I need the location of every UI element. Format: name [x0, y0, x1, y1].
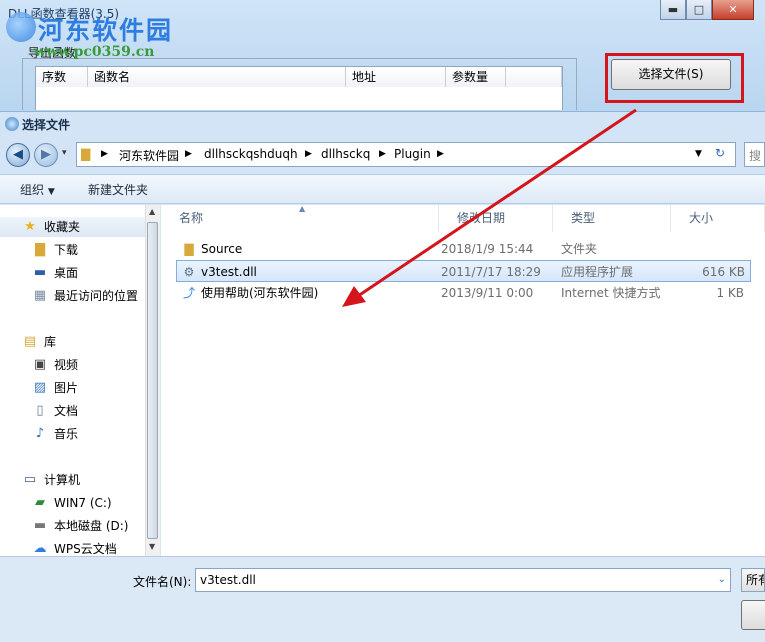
- breadcrumb-chevron-icon[interactable]: ▶: [379, 149, 386, 159]
- sidebar-item-downloads[interactable]: ▇ 下载: [0, 240, 145, 260]
- breadcrumb-chevron-icon[interactable]: ▶: [185, 149, 192, 159]
- sidebar-item-recent[interactable]: ▦ 最近访问的位置: [0, 286, 145, 306]
- dialog-app-icon: [5, 117, 19, 131]
- cloud-icon: ☁: [33, 541, 47, 556]
- pictures-icon: ▨: [33, 380, 47, 395]
- filename-value: v3test.dll: [200, 573, 256, 587]
- shortcut-icon: ⤴: [182, 286, 195, 300]
- function-table[interactable]: 序数 函数名 地址 参数量: [35, 66, 563, 110]
- file-row-source[interactable]: ▇ Source 2018/1/9 15:44 文件夹: [161, 238, 765, 260]
- sidebar-item-music[interactable]: ♪ 音乐: [0, 424, 145, 444]
- chevron-down-icon: ▼: [47, 187, 55, 197]
- select-file-button[interactable]: 选择文件(S): [611, 59, 731, 90]
- watermark-brand: 河东软件园: [38, 16, 174, 45]
- breadcrumb-item[interactable]: 河东软件园: [119, 147, 179, 164]
- watermark-logo-icon: [6, 12, 36, 42]
- column-empty: [506, 67, 562, 87]
- file-row-v3test[interactable]: ⚙ v3test.dll 2011/7/17 18:29 应用程序扩展 616 …: [176, 260, 751, 282]
- column-function-name[interactable]: 函数名: [88, 67, 346, 87]
- star-icon: ★: [24, 219, 36, 234]
- dll-file-icon: ⚙: [183, 265, 195, 279]
- scroll-up-icon[interactable]: ▲: [149, 207, 155, 216]
- filename-input[interactable]: v3test.dll ⌄: [195, 568, 731, 592]
- sidebar-item-videos[interactable]: ▣ 视频: [0, 355, 145, 375]
- breadcrumb-item[interactable]: dllhsckqshduqh: [204, 147, 298, 161]
- sidebar-item-favorites[interactable]: ★ 收藏夹: [0, 217, 145, 237]
- library-icon: ▤: [23, 334, 37, 349]
- folder-icon: ▇: [184, 242, 194, 256]
- file-type-filter[interactable]: 所有: [741, 568, 765, 592]
- sidebar-item-libraries[interactable]: ▤ 库: [0, 332, 145, 352]
- chevron-down-icon[interactable]: ⌄: [718, 569, 726, 591]
- minimize-icon[interactable]: ▬: [660, 0, 686, 20]
- downloads-folder-icon: ▇: [35, 242, 45, 257]
- address-dropdown-icon[interactable]: ▼: [695, 149, 702, 159]
- sidebar-item-desktop[interactable]: ▬ 桌面: [0, 263, 145, 283]
- file-row-help-shortcut[interactable]: ⤴ 使用帮助(河东软件园) 2013/9/11 0:00 Internet 快捷…: [161, 282, 765, 304]
- search-input[interactable]: 搜: [744, 142, 765, 167]
- desktop-icon: ▬: [33, 265, 47, 280]
- sidebar-item-documents[interactable]: ▯ 文档: [0, 401, 145, 421]
- open-button[interactable]: [741, 600, 765, 630]
- forward-arrow-icon[interactable]: ▶: [34, 143, 58, 167]
- scrollbar-thumb[interactable]: [147, 222, 158, 539]
- column-param-count[interactable]: 参数量: [446, 67, 506, 87]
- sidebar-item-computer[interactable]: ▭ 计算机: [0, 470, 145, 490]
- back-arrow-icon[interactable]: ◀: [6, 143, 30, 167]
- navigation-pane: ★ 收藏夹 ▇ 下载 ▬ 桌面 ▦ 最近访问的位置 ▤ 库 ▣ 视频 ▨ 图片 …: [0, 205, 160, 556]
- sidebar-item-pictures[interactable]: ▨ 图片: [0, 378, 145, 398]
- breadcrumb-chevron-icon[interactable]: ▶: [305, 149, 312, 159]
- column-header-modified[interactable]: 修改日期: [439, 205, 553, 232]
- recent-locations-chevron-icon[interactable]: ▾: [62, 148, 67, 158]
- column-address[interactable]: 地址: [346, 67, 446, 87]
- new-folder-button[interactable]: 新建文件夹: [88, 181, 148, 198]
- refresh-icon[interactable]: ↻: [715, 146, 725, 160]
- breadcrumb-chevron-icon[interactable]: ▶: [101, 149, 108, 159]
- address-bar[interactable]: ▇ ▶ 河东软件园 ▶ dllhsckqshduqh ▶ dllhsckq ▶ …: [76, 142, 736, 167]
- dialog-title: 选择文件: [22, 118, 71, 132]
- scroll-down-icon[interactable]: ▼: [149, 542, 155, 551]
- local-disk-icon: ▬: [33, 518, 47, 533]
- breadcrumb-item[interactable]: Plugin: [394, 147, 431, 161]
- music-icon: ♪: [35, 426, 45, 441]
- watermark-url: www.pc0359.cn: [34, 44, 155, 60]
- file-list: 名称 ▲ 修改日期 类型 大小 ▇ Source 2018/1/9 15:44 …: [161, 204, 765, 556]
- recent-places-icon: ▦: [33, 288, 47, 303]
- breadcrumb-chevron-icon[interactable]: ▶: [437, 149, 444, 159]
- video-icon: ▣: [33, 357, 47, 372]
- breadcrumb-item[interactable]: dllhsckq: [321, 147, 370, 161]
- computer-icon: ▭: [23, 472, 37, 487]
- system-drive-icon: ▰: [35, 495, 45, 510]
- maximize-icon[interactable]: □: [686, 0, 712, 20]
- sidebar-item-drive-c[interactable]: ▰ WIN7 (C:): [0, 493, 145, 513]
- sort-ascending-icon: ▲: [299, 204, 306, 213]
- organize-button[interactable]: 组织 ▼: [20, 181, 55, 198]
- filename-label: 文件名(N):: [133, 575, 192, 589]
- column-header-type[interactable]: 类型: [553, 205, 671, 232]
- sidebar-item-drive-d[interactable]: ▬ 本地磁盘 (D:): [0, 516, 145, 536]
- close-icon[interactable]: ✕: [712, 0, 754, 20]
- documents-icon: ▯: [36, 403, 44, 418]
- column-header-size[interactable]: 大小: [671, 205, 765, 232]
- column-ordinal[interactable]: 序数: [36, 67, 88, 87]
- folder-icon: ▇: [81, 147, 91, 161]
